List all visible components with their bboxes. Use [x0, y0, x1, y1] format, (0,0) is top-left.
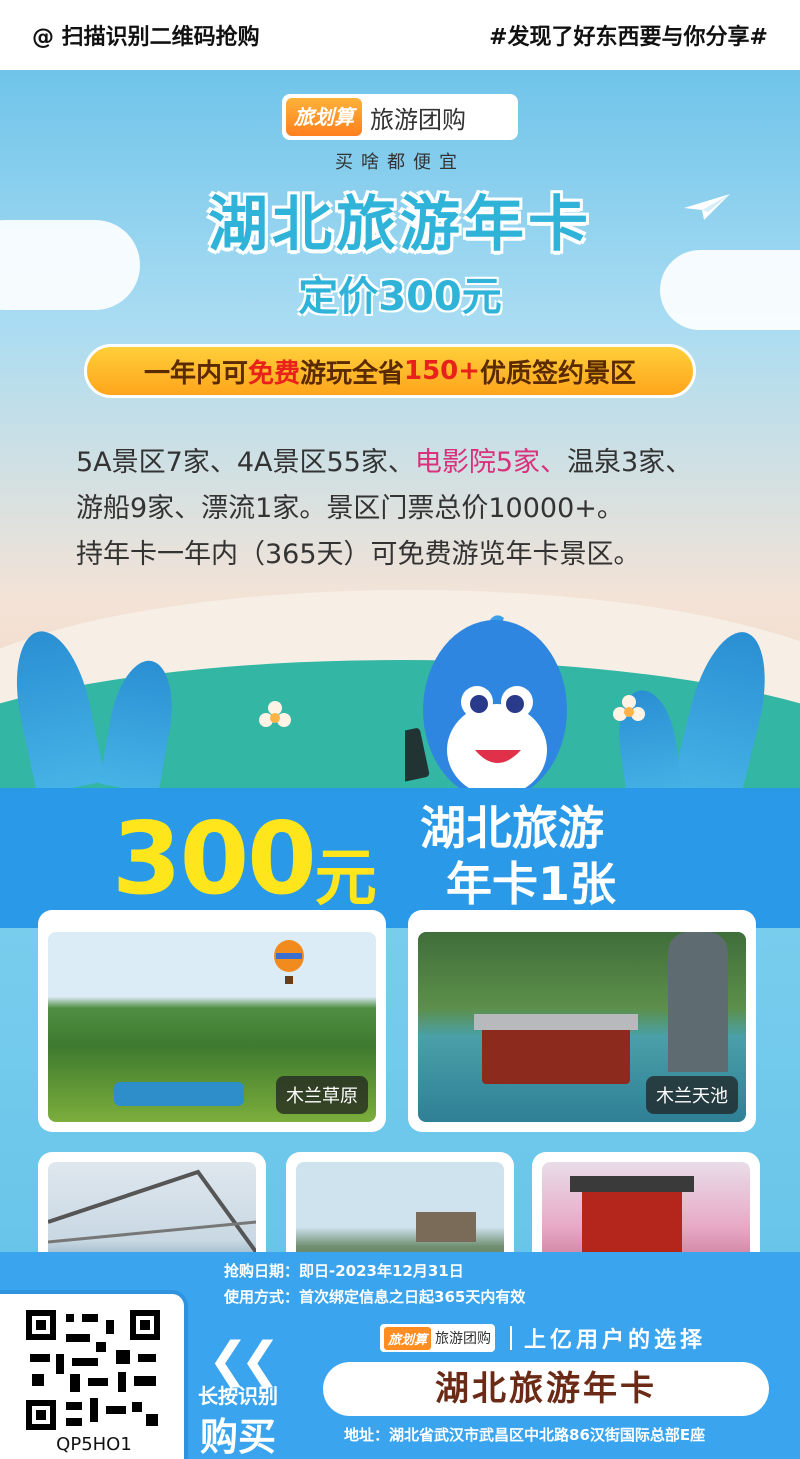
price-unit: 元: [314, 841, 377, 914]
share-hashtag: #发现了好东西要与你分享#: [489, 25, 768, 50]
scan-prompt: @ 扫描识别二维码抢购: [32, 25, 260, 50]
sightseeing-train: [114, 1082, 244, 1106]
buy-label: 购买: [200, 1415, 277, 1459]
brand-badge: 旅划算: [286, 98, 362, 136]
banner-text: 优质签约景区: [480, 358, 637, 389]
description-line: 游船9家、漂流1家。景区门票总价10000+。: [76, 493, 624, 524]
pavilion: [582, 1186, 682, 1256]
slogan: 买啥都便宜: [335, 152, 465, 173]
band-price: 300 元: [112, 788, 377, 928]
top-bar: @ 扫描识别二维码抢购 #发现了好东西要与你分享#: [0, 0, 800, 70]
list-price: 定价300元: [298, 274, 502, 320]
scenic-photo: 木兰草原: [48, 932, 376, 1122]
banner-highlight: 免费: [247, 358, 300, 389]
press-to-scan-label: 长按识别: [198, 1384, 278, 1408]
footer-brand-logo: 旅划算 旅游团购: [380, 1324, 496, 1352]
promo-poster: 旅划算 旅游团购 买啥都便宜 湖北旅游年卡 定价300元 一年内可 免费 游玩全…: [0, 70, 800, 1459]
description: 5A景区7家、4A景区55家、电影院5家、温泉3家、 游船9家、漂流1家。景区门…: [76, 440, 756, 578]
pavilion-roof: [570, 1176, 694, 1192]
dolphin-mascot-icon: [405, 615, 567, 800]
boat-roof: [474, 1014, 638, 1030]
footer-brand-name: 旅游团购: [435, 1331, 492, 1347]
usage-info: 使用方式：首次绑定信息之日起365天内有效: [224, 1288, 526, 1306]
mountain-temple: [416, 1212, 476, 1242]
price-band: 300 元 湖北旅游 年卡1张: [0, 788, 800, 928]
qr-code-icon[interactable]: [26, 1310, 160, 1430]
rock-pillar: [668, 932, 728, 1072]
banner-highlight: 150+: [403, 356, 481, 386]
banner-text: 游玩全省: [299, 358, 404, 389]
scenic-photo: 木兰天池: [418, 932, 746, 1122]
scenic-label: 木兰草原: [276, 1076, 368, 1114]
company-address: 地址：湖北省武汉市武昌区中北路86汉街国际总部E座: [344, 1426, 706, 1444]
banner-text: 一年内可: [143, 358, 248, 389]
band-title-line: 湖北旅游: [420, 801, 604, 855]
description-text: 5A景区7家、4A景区55家、: [76, 447, 415, 478]
price-number: 300: [112, 799, 317, 917]
band-title: 湖北旅游 年卡1张: [420, 800, 680, 912]
brand-logo: 旅划算 旅游团购: [282, 94, 518, 140]
boat: [482, 1024, 630, 1084]
footer-brand-badge: 旅划算: [384, 1326, 432, 1350]
benefit-banner: 一年内可 免费 游玩全省 150+ 优质签约景区: [84, 344, 696, 398]
description-highlight: 电影院5家、: [414, 447, 568, 478]
users-tagline: 上亿用户的选择: [509, 1322, 706, 1354]
scenic-card[interactable]: 木兰草原: [38, 910, 386, 1132]
purchase-info: 抢购日期：即日-2023年12月31日 使用方式：首次绑定信息之日起365天内有…: [210, 1258, 800, 1314]
scenic-label: 木兰天池: [646, 1076, 738, 1114]
description-line: 5A景区7家、4A景区55家、电影院5家、温泉3家、: [76, 440, 756, 486]
description-line: 持年卡一年内（365天）可免费游览年卡景区。: [76, 539, 641, 570]
hot-air-balloon-icon: [274, 940, 304, 984]
scenic-card[interactable]: 木兰天池: [408, 910, 756, 1132]
flower-icon: [613, 695, 645, 721]
purchase-date: 抢购日期：即日-2023年12月31日: [224, 1262, 464, 1280]
poster-title: 湖北旅游年卡: [208, 190, 592, 260]
qr-code-id: QP5HO1: [56, 1434, 132, 1455]
flower-icon: [259, 701, 291, 727]
description-text: 温泉3家、: [567, 447, 693, 478]
brand-name: 旅游团购: [370, 105, 466, 134]
band-title-line: 年卡1张: [446, 857, 617, 911]
product-name-button[interactable]: 湖北旅游年卡: [323, 1362, 769, 1416]
